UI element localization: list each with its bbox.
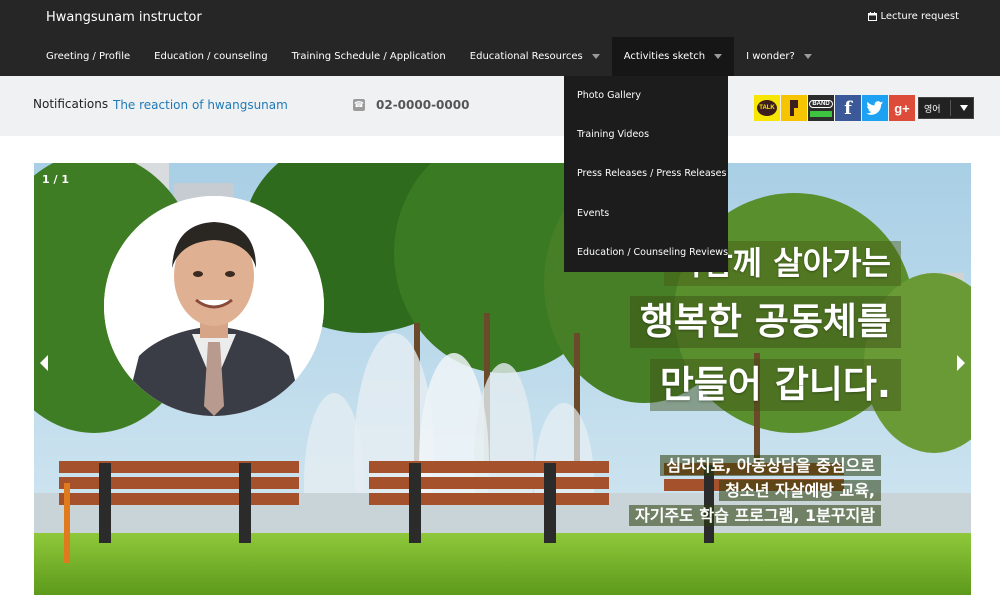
nav-label: Activities sketch (623, 51, 706, 62)
person-photo-icon (104, 196, 324, 416)
calendar-icon (868, 12, 878, 21)
headline-line-3: 만들어 갑니다. (649, 359, 901, 411)
nav-activities-sketch[interactable]: Activities sketch (611, 37, 735, 76)
nav-educational-resources[interactable]: Educational Resources (458, 37, 612, 76)
top-header: Hwangsunam instructor Lecture request Gr… (0, 0, 1000, 76)
hero-slider: 1 / 1 다함께 살아가는 행복한 공동체를 만들어 갑니다. 심리치료, 아… (34, 163, 971, 595)
menu-item-photo-gallery[interactable]: Photo Gallery (564, 76, 728, 115)
nav-i-wonder[interactable]: I wonder? (734, 37, 824, 76)
slide-subtext: 심리치료, 아동상담을 중심으로 청소년 자살예방 교육, 자기주도 학습 프로… (628, 453, 881, 528)
instructor-portrait (104, 196, 324, 416)
slider-prev-arrow-icon[interactable] (40, 355, 48, 371)
caret-down-icon (960, 105, 968, 111)
google-plus-button[interactable]: g+ (889, 95, 915, 121)
lecture-request-link[interactable]: Lecture request (868, 11, 959, 22)
menu-item-events[interactable]: Events (564, 194, 728, 233)
facebook-icon: f (844, 97, 852, 119)
social-links: TALK BAND f g+ 영어 (754, 95, 974, 121)
menu-item-press-releases[interactable]: Press Releases / Press Releases (564, 154, 728, 193)
phone-icon: ☎ (353, 99, 365, 111)
subtext-line-2: 청소년 자살예방 교육, (629, 478, 881, 503)
info-bar: Notifications The reaction of hwangsunam… (0, 76, 1000, 136)
kakaostory-icon (790, 100, 798, 116)
phone-number: 02-0000-0000 (376, 98, 470, 112)
nav-label: I wonder? (746, 51, 795, 62)
kakaotalk-button[interactable]: TALK (754, 95, 780, 121)
chevron-down-icon (591, 54, 600, 59)
menu-item-counseling-reviews[interactable]: Education / Counseling Reviews (564, 233, 728, 272)
notifications-label: Notifications (33, 97, 109, 111)
headline-line-2: 행복한 공동체를 (629, 296, 901, 348)
language-select[interactable]: 영어 (918, 97, 974, 119)
language-divider (949, 100, 951, 116)
menu-item-training-videos[interactable]: Training Videos (564, 115, 728, 154)
subtext-text: 심리치료, 아동상담을 중심으로 (660, 455, 881, 476)
phone-contact: ☎ 02-0000-0000 (353, 98, 469, 112)
activities-dropdown-menu: Photo Gallery Training Videos Press Rele… (564, 76, 728, 272)
chevron-down-icon (803, 54, 812, 59)
chevron-down-icon (714, 54, 723, 59)
band-icon: BAND (809, 99, 833, 108)
subtext-text: 청소년 자살예방 교육, (719, 480, 881, 501)
twitter-icon (866, 100, 884, 115)
subtext-line-1: 심리치료, 아동상담을 중심으로 (629, 453, 881, 478)
nav-greeting-profile[interactable]: Greeting / Profile (34, 37, 142, 76)
nav-label: Educational Resources (469, 51, 583, 62)
notification-link[interactable]: The reaction of hwangsunam (113, 98, 288, 112)
google-plus-icon: g+ (894, 100, 910, 116)
slider-next-arrow-icon[interactable] (957, 355, 965, 371)
nav-education-counseling[interactable]: Education / counseling (142, 37, 279, 76)
subtext-text: 자기주도 학습 프로그램, 1분꾸지람 (628, 505, 881, 526)
main-nav: Greeting / Profile Education / counselin… (34, 37, 824, 76)
language-value: 영어 (924, 103, 941, 114)
band-stripe (810, 110, 832, 117)
kakaotalk-icon: TALK (757, 100, 777, 116)
site-brand[interactable]: Hwangsunam instructor (46, 10, 202, 25)
twitter-button[interactable] (862, 95, 888, 121)
subtext-line-3: 자기주도 학습 프로그램, 1분꾸지람 (628, 503, 881, 528)
nav-training-schedule[interactable]: Training Schedule / Application (280, 37, 458, 76)
facebook-button[interactable]: f (835, 95, 861, 121)
slide-counter: 1 / 1 (42, 173, 69, 186)
band-button[interactable]: BAND (808, 95, 834, 121)
kakaostory-button[interactable] (781, 95, 807, 121)
lecture-request-label: Lecture request (880, 11, 959, 22)
